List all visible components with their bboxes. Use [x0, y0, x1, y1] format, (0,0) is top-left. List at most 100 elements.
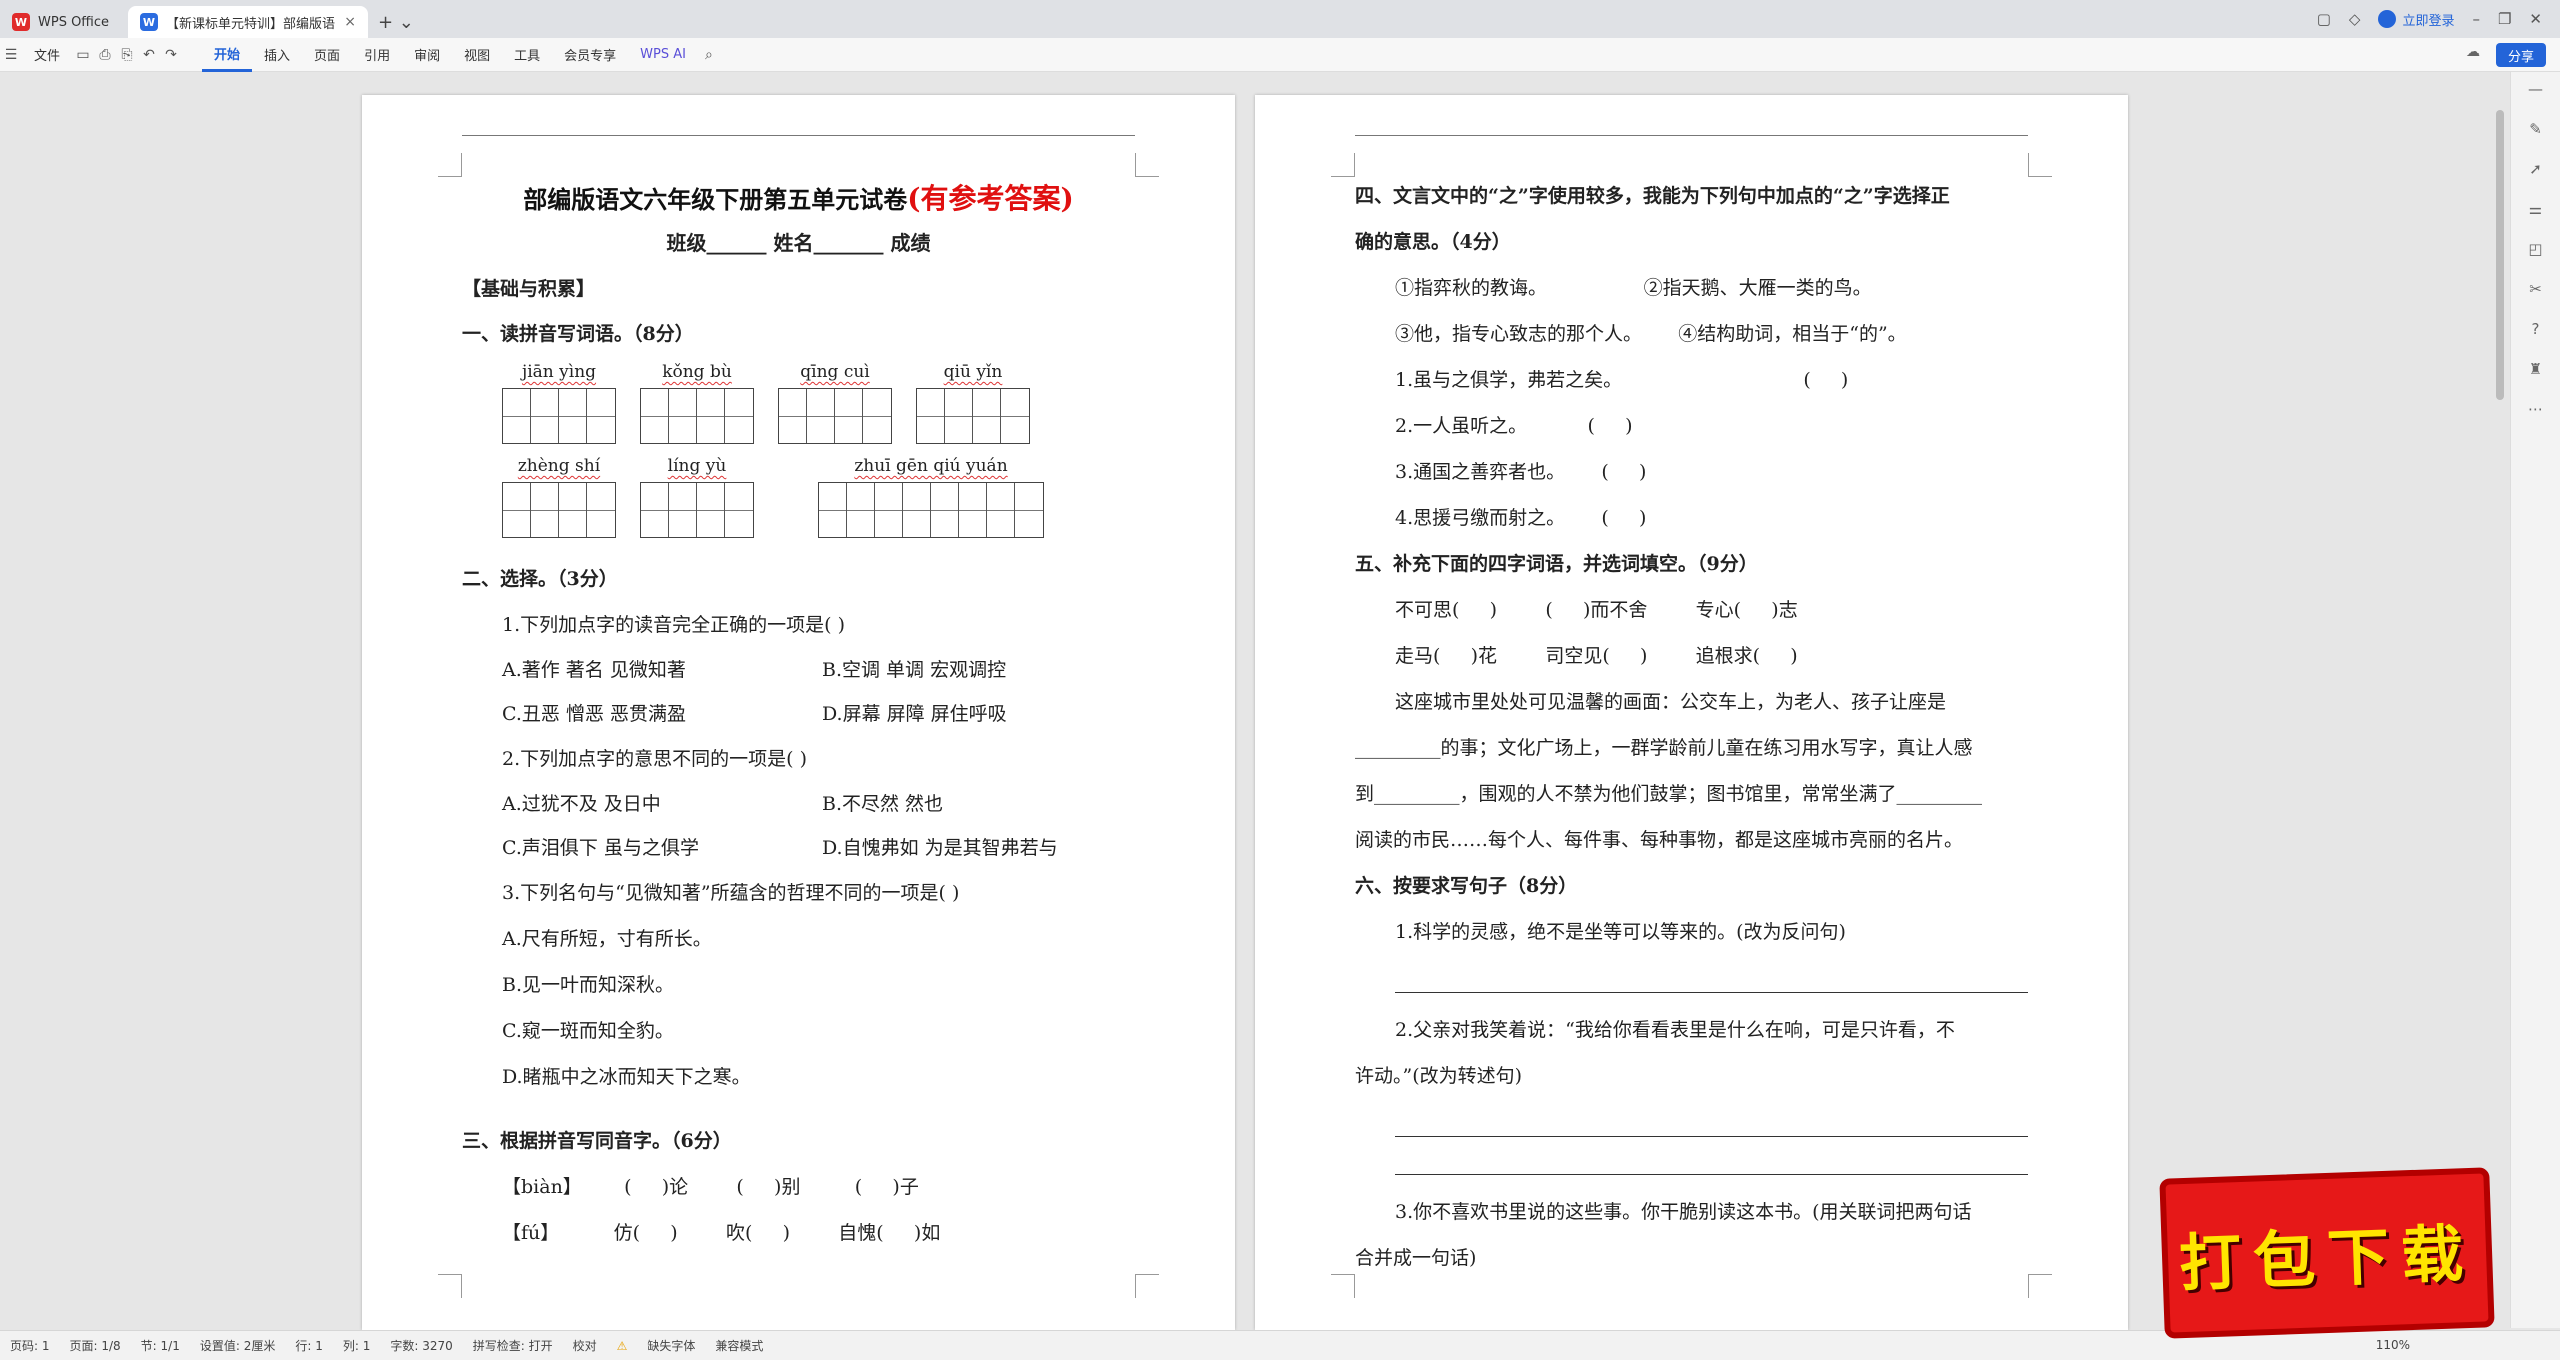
- more-icon[interactable]: ⋯: [2528, 400, 2543, 418]
- pinyin-box: líng yù: [640, 456, 754, 538]
- tab-page[interactable]: 页面: [302, 45, 352, 64]
- download-banner[interactable]: 打包下载: [2159, 1167, 2495, 1339]
- tab-label: WPS Office: [38, 14, 110, 30]
- restore-icon[interactable]: ❐: [2498, 10, 2511, 28]
- tab-label: 【新课标单元特训】部编版语: [166, 16, 336, 32]
- right-sidebar: — ✎ ➚ ⚌ ◰ ✂ ? ♜ ⋯: [2510, 72, 2560, 1328]
- section-heading: 二、选择。（3分）: [462, 568, 618, 590]
- compat-mode[interactable]: 兼容模式: [705, 1337, 773, 1354]
- share-button[interactable]: 分享: [2495, 43, 2546, 67]
- paragraph: 到_________，围观的人不禁为他们鼓掌；图书馆里，常常坐满了_______…: [1355, 783, 1983, 805]
- question: 3.你不喜欢书里说的这些事。你干脆别读这本书。(用关联词把两句话: [1395, 1201, 1972, 1223]
- proof-button[interactable]: 校对: [563, 1337, 607, 1354]
- option: D.屏幕 屏障 屏住呼吸: [822, 703, 1007, 725]
- cursor-icon[interactable]: ➚: [2529, 160, 2542, 178]
- pinyin-box: zhèng shí: [502, 456, 616, 538]
- question: 合并成一句话): [1355, 1247, 1477, 1269]
- vertical-scrollbar[interactable]: [2496, 110, 2504, 400]
- question: 3.下列名句与“见微知著”所蕴含的哲理不同的一项是( ): [502, 882, 960, 904]
- section-heading: 一、读拼音写词语。（8分）: [462, 323, 694, 345]
- option: A.过犹不及 及日中: [502, 793, 661, 815]
- section-heading: 四、文言文中的“之”字使用较多，我能为下列句中加点的“之”字选择正: [1355, 185, 1950, 207]
- close-window-icon[interactable]: ✕: [2529, 10, 2542, 28]
- option: A.著作 著名 见微知著: [502, 659, 686, 681]
- tab-wps-office[interactable]: W WPS Office: [0, 6, 128, 38]
- print-icon[interactable]: ⎘: [116, 47, 138, 63]
- tab-tools[interactable]: 工具: [502, 45, 552, 64]
- cloud-icon[interactable]: ☁: [2466, 44, 2480, 60]
- pinyin-box: qiū yǐn: [916, 362, 1030, 444]
- login-button[interactable]: 立即登录: [2378, 10, 2454, 29]
- tab-home[interactable]: 开始: [202, 38, 253, 72]
- tab-review[interactable]: 审阅: [402, 45, 452, 64]
- status-pages: 页面: 1/8: [69, 1339, 121, 1353]
- page-corner-mark: [1331, 1274, 1355, 1298]
- status-words[interactable]: 字数: 3270: [380, 1337, 462, 1354]
- question: 4.思援弓缴而射之。 ( ): [1395, 507, 1647, 529]
- pinyin-box: kǒng bù: [640, 362, 754, 444]
- status-line: 行: 1: [295, 1339, 323, 1353]
- status-setting: 设置值: 2厘米: [199, 1339, 276, 1353]
- section-heading: 【基础与积累】: [462, 278, 596, 300]
- minus-icon[interactable]: —: [2528, 80, 2543, 98]
- file-menu[interactable]: 文件: [22, 45, 72, 64]
- option: C.声泪俱下 虽与之俱学: [502, 837, 699, 859]
- tab-reference[interactable]: 引用: [352, 45, 402, 64]
- layout-icon[interactable]: ▢: [2317, 10, 2331, 28]
- tools-icon[interactable]: ✂: [2529, 280, 2542, 298]
- banner-text: 打包下载: [2177, 1216, 2477, 1301]
- question: 2.父亲对我笑着说：“我给你看看表里是什么在响，可是只许看，不: [1395, 1019, 1955, 1041]
- paragraph: 这座城市里处处可见温馨的画面：公交车上，为老人、孩子让座是: [1395, 691, 1947, 713]
- pinyin-box: qīng cuì: [778, 362, 892, 444]
- section-heading: 六、按要求写句子（8分）: [1355, 875, 1578, 897]
- option: C.丑恶 憎恶 恶贯满盈: [502, 703, 686, 725]
- cube-icon[interactable]: ◇: [2349, 10, 2361, 28]
- status-col: 列: 1: [342, 1339, 371, 1353]
- wps-ai-button[interactable]: WPS AI: [628, 47, 698, 62]
- question: 2.一人虽听之。 ( ): [1395, 415, 1633, 437]
- export-icon[interactable]: ⎙: [94, 47, 116, 63]
- missing-font[interactable]: 缺失字体: [637, 1337, 705, 1354]
- pinyin-box: jiān yìng: [502, 362, 616, 444]
- tab-member[interactable]: 会员专享: [552, 45, 628, 64]
- shirt-icon[interactable]: ♜: [2529, 360, 2542, 378]
- option: A.尺有所短，寸有所长。: [502, 928, 712, 950]
- menu-icon[interactable]: ☰: [0, 47, 22, 63]
- pinyin-box: zhuī gēn qiú yuán: [818, 456, 1044, 538]
- camera-icon[interactable]: ◰: [2528, 240, 2542, 258]
- save-icon[interactable]: ▭: [72, 47, 94, 63]
- add-tab-button[interactable]: + ⌄: [368, 6, 424, 38]
- answer-line[interactable]: [1395, 1151, 2028, 1175]
- answer-line[interactable]: [1395, 1113, 2028, 1137]
- question: 【fú】 仿( ) 吹( ) 自愧( )如: [502, 1222, 941, 1244]
- minimize-icon[interactable]: –: [2472, 10, 2480, 28]
- answer-line[interactable]: [1395, 969, 2028, 993]
- tab-document[interactable]: W 【新课标单元特训】部编版语 ×: [128, 6, 368, 38]
- option: ③他，指专心致志的那个人。 ④结构助词，相当于“的”。: [1395, 323, 1907, 345]
- paragraph: _________的事；文化广场上，一群学龄前儿童在练习用水写字，真让人感: [1355, 737, 1973, 759]
- option: B.见一叶而知深秋。: [502, 974, 675, 996]
- close-icon[interactable]: ×: [344, 14, 356, 30]
- section-heading: 三、根据拼音写同音字。（6分）: [462, 1130, 732, 1152]
- undo-icon[interactable]: ↶: [138, 47, 160, 63]
- redo-icon[interactable]: ↷: [160, 47, 182, 63]
- sliders-icon[interactable]: ⚌: [2529, 200, 2542, 218]
- doc-icon: W: [140, 13, 158, 31]
- section-heading: 五、补充下面的四字词语，并选词填空。（9分）: [1355, 553, 1758, 575]
- page-corner-mark: [1135, 153, 1159, 177]
- pen-icon[interactable]: ✎: [2529, 120, 2542, 138]
- help-icon[interactable]: ?: [2532, 320, 2540, 338]
- option: D.自愧弗如 为是其智弗若与: [822, 837, 1058, 859]
- question: 【biàn】 ( )论 ( )别 ( )子: [502, 1176, 919, 1198]
- status-section: 节: 1/1: [140, 1339, 180, 1353]
- question: 走马( )花 司空见( ) 追根求( ): [1395, 645, 1798, 667]
- question: 许动。”(改为转述句): [1355, 1065, 1523, 1087]
- spell-check[interactable]: 拼写检查: 打开: [463, 1337, 563, 1354]
- header-rule: [462, 135, 1135, 136]
- tab-insert[interactable]: 插入: [252, 45, 302, 64]
- search-icon[interactable]: ⌕: [698, 47, 720, 63]
- avatar: [2378, 10, 2397, 28]
- zoom-level[interactable]: 110%: [2376, 1338, 2410, 1352]
- section-heading: 确的意思。（4分）: [1355, 231, 1511, 253]
- tab-view[interactable]: 视图: [452, 45, 502, 64]
